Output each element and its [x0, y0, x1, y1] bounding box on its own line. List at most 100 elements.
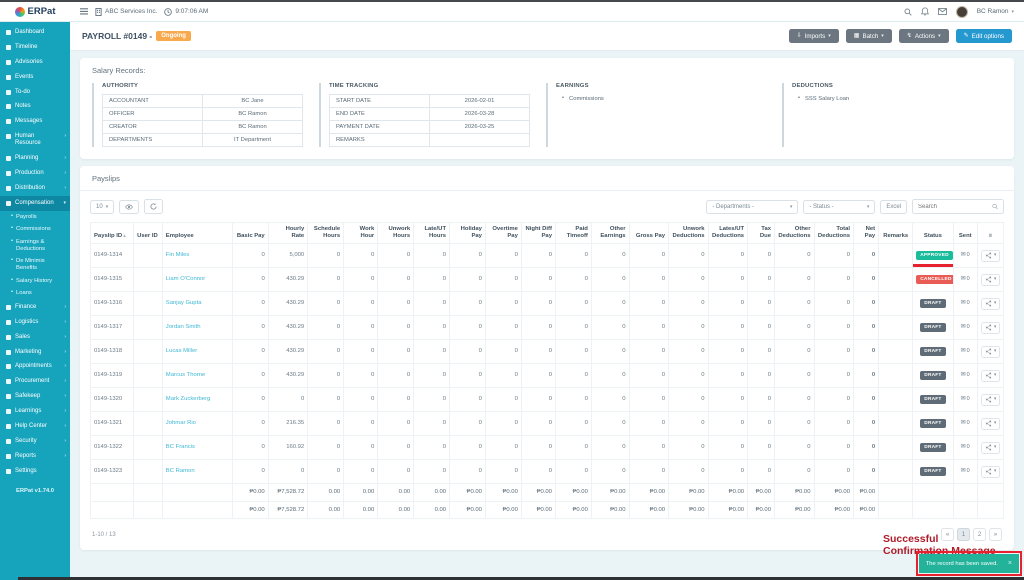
column-header-employee[interactable]: Employee	[161, 221, 233, 245]
employee-link[interactable]: BC Francis	[166, 444, 195, 450]
employee-link[interactable]: Marcus Thorne	[166, 372, 206, 378]
row-actions-button[interactable]: ▾	[980, 345, 1001, 358]
column-header-schedule-hours[interactable]: Schedule Hours	[307, 221, 345, 245]
sidebar-subitem-earnings-deductions[interactable]: • Earnings & Deductions	[0, 236, 70, 255]
employee-link[interactable]: Lucas Miller	[166, 348, 197, 354]
sidebar-item-reports[interactable]: Reports ›	[0, 449, 70, 464]
employee-link[interactable]: BC Ramon	[166, 468, 195, 474]
actions-button[interactable]: ↯ Actions ▾	[898, 29, 949, 43]
sidebar-subitem-commissions[interactable]: • Commissions	[0, 223, 70, 236]
user-menu[interactable]: BC Ramon ▾	[977, 8, 1014, 15]
sidebar-item-safekeep[interactable]: Safekeep ›	[0, 389, 70, 404]
sidebar-item-messages[interactable]: Messages	[0, 114, 70, 129]
search-input[interactable]	[918, 203, 988, 210]
column-header-basic-pay[interactable]: Basic Pay	[231, 221, 269, 245]
sidebar-item-human-resource[interactable]: Human Resource ›	[0, 129, 70, 151]
row-actions-button[interactable]: ▾	[980, 417, 1001, 430]
sidebar-item-planning[interactable]: Planning ›	[0, 151, 70, 166]
column-header-paid-timeoff[interactable]: Paid Timeoff	[554, 221, 592, 245]
row-actions-button[interactable]: ▾	[980, 273, 1001, 286]
column-header-late-ut-hours[interactable]: Late/UT Hours	[413, 221, 451, 245]
row-actions-button[interactable]: ▾	[980, 441, 1001, 454]
column-header-remarks[interactable]: Remarks	[878, 221, 914, 245]
column-header-holiday-pay[interactable]: Holiday Pay	[449, 221, 486, 245]
total-value: ₱0.00	[668, 500, 709, 520]
column-header-lates-ut-deductions[interactable]: Lates/UT Deductions	[707, 221, 749, 245]
cell-value: 0	[628, 291, 670, 317]
column-menu-icon[interactable]: ≡	[976, 221, 1005, 245]
column-header-other-earnings[interactable]: Other Earnings	[590, 221, 630, 245]
sidebar-item-settings[interactable]: Settings	[0, 464, 70, 479]
sidebar-item-dashboard[interactable]: Dashboard	[0, 25, 70, 40]
sidebar-item-sales[interactable]: Sales ›	[0, 330, 70, 345]
column-header-user-id[interactable]: User ID	[133, 221, 163, 245]
search-icon[interactable]	[904, 8, 912, 16]
sidebar-item-help-center[interactable]: Help Center ›	[0, 419, 70, 434]
status-filter-select[interactable]: - Status - ▾	[803, 199, 876, 214]
cell-value: 0	[813, 411, 854, 437]
sidebar-subitem-salary-history[interactable]: • Salary History	[0, 275, 70, 288]
sidebar-item-production[interactable]: Production ›	[0, 166, 70, 181]
sidebar-item-events[interactable]: Events	[0, 70, 70, 85]
column-header-unwork-deductions[interactable]: Unwork Deductions	[668, 221, 709, 245]
column-header-hourly-rate[interactable]: Hourly Rate	[267, 221, 309, 245]
user-avatar[interactable]	[955, 5, 968, 18]
sidebar-item-advisories[interactable]: Advisories	[0, 55, 70, 70]
column-header-payslip-id[interactable]: Payslip ID ▴	[89, 221, 135, 245]
company-selector[interactable]: ABC Services Inc.	[95, 7, 157, 16]
row-actions-button[interactable]: ▾	[980, 369, 1001, 382]
row-actions-button[interactable]: ▾	[980, 321, 1001, 334]
row-actions-button[interactable]: ▾	[980, 393, 1001, 406]
sidebar-item-procurement[interactable]: Procurement ›	[0, 374, 70, 389]
sidebar-item-logistics[interactable]: Logistics ›	[0, 315, 70, 330]
chevron-right-icon: ›	[64, 378, 66, 385]
sidebar-item-appointments[interactable]: Appointments ›	[0, 359, 70, 374]
notifications-bell-icon[interactable]	[920, 7, 929, 16]
imports-button[interactable]: ⇩ Imports ▾	[788, 29, 839, 43]
sidebar-item-marketing[interactable]: Marketing ›	[0, 345, 70, 360]
column-header-work-hour[interactable]: Work Hour	[343, 221, 379, 245]
employee-link[interactable]: Liam O'Connor	[166, 276, 205, 282]
hamburger-menu-icon[interactable]	[80, 8, 88, 15]
employee-link[interactable]: Jordan Smith	[166, 324, 201, 330]
page-size-select[interactable]: 10 ▾	[90, 199, 115, 214]
toast-close-icon[interactable]: ×	[1008, 560, 1012, 567]
messages-mail-icon[interactable]	[937, 8, 947, 15]
sidebar-item-timeline[interactable]: Timeline	[0, 40, 70, 55]
row-actions-button[interactable]: ▾	[980, 249, 1001, 262]
column-header-net-pay[interactable]: Net Pay	[852, 221, 880, 245]
sidebar-item-compensation[interactable]: Compensation ▾	[0, 195, 70, 211]
employee-link[interactable]: Mark Zuckerberg	[166, 396, 211, 402]
column-header-other-deductions[interactable]: Other Deductions	[774, 221, 815, 245]
app-logo[interactable]: ERPat	[0, 2, 70, 21]
sidebar-subitem-loans[interactable]: • Loans	[0, 287, 70, 300]
sidebar-subitem-de-minimis-benefits[interactable]: • De Minimis Benefits	[0, 255, 70, 274]
row-actions-button[interactable]: ▾	[980, 297, 1001, 310]
user-name: BC Ramon	[976, 8, 1009, 15]
batch-button[interactable]: ▦ Batch ▾	[845, 29, 892, 43]
column-header-night-diff-pay[interactable]: Night Diff Pay	[520, 221, 556, 245]
refresh-button[interactable]	[144, 199, 164, 214]
column-header-overtime-pay[interactable]: Overtime Pay	[484, 221, 522, 245]
sidebar-subitem-payrolls[interactable]: • Payrolls	[0, 211, 70, 224]
sidebar-item-learnings[interactable]: Learnings ›	[0, 404, 70, 419]
sidebar-item-finance[interactable]: Finance ›	[0, 300, 70, 315]
employee-link[interactable]: Johmar Rio	[166, 420, 196, 426]
sidebar-item-distribution[interactable]: Distribution ›	[0, 181, 70, 196]
employee-link[interactable]: Sanjay Gupta	[166, 300, 202, 306]
column-header-status[interactable]: Status	[912, 221, 954, 245]
sidebar-item-to-do[interactable]: To-do	[0, 85, 70, 100]
column-visibility-button[interactable]	[119, 199, 140, 214]
sidebar-item-notes[interactable]: Notes	[0, 99, 70, 114]
column-header-unwork-hours[interactable]: Unwork Hours	[377, 221, 415, 245]
departments-filter-select[interactable]: - Departments - ▾	[706, 199, 799, 214]
column-header-gross-pay[interactable]: Gross Pay	[628, 221, 670, 245]
column-header-tax-due[interactable]: Tax Due	[747, 221, 775, 245]
column-header-sent[interactable]: Sent	[952, 221, 978, 245]
row-actions-button[interactable]: ▾	[980, 465, 1001, 478]
excel-export-button[interactable]: Excel	[880, 199, 907, 214]
sidebar-item-security[interactable]: Security ›	[0, 434, 70, 449]
edit-options-button[interactable]: ✎ Edit options	[955, 29, 1012, 43]
employee-link[interactable]: Fin Miles	[166, 252, 190, 258]
column-header-total-deductions[interactable]: Total Deductions	[813, 221, 854, 245]
